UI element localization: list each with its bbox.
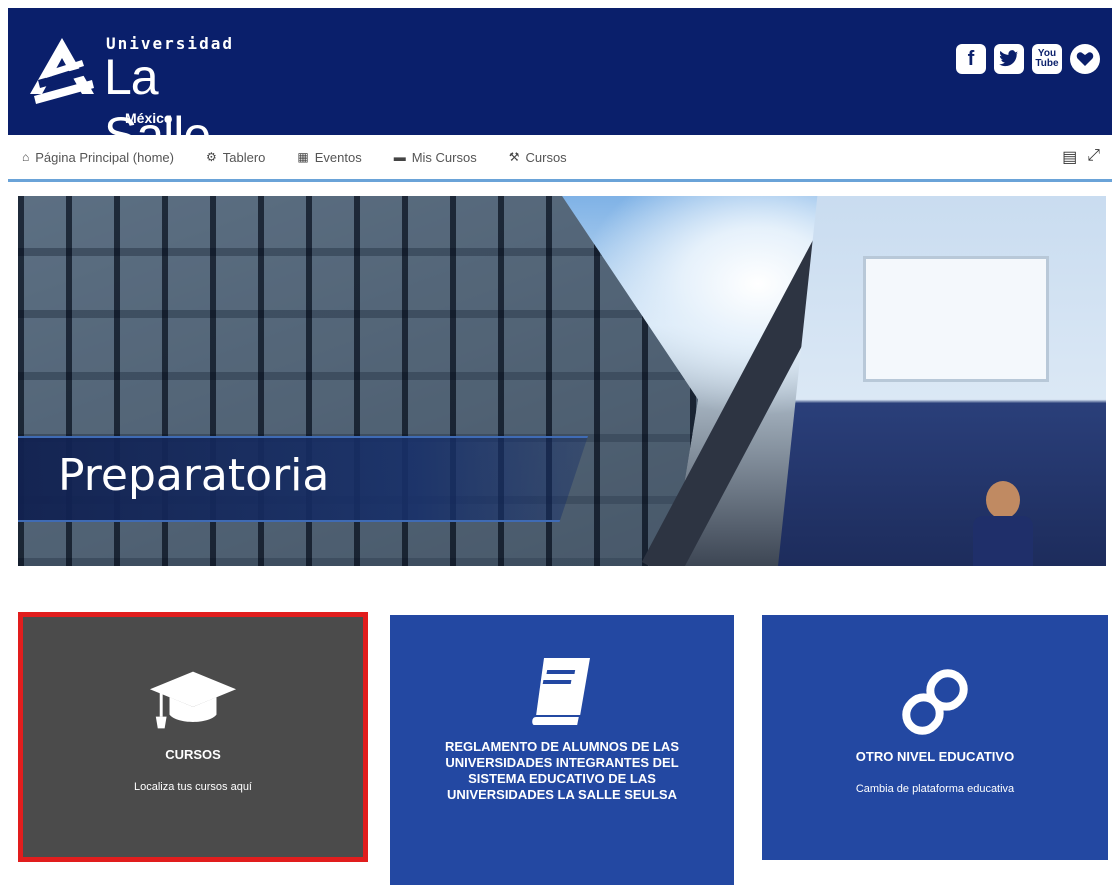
card-title: OTRO NIVEL EDUCATIVO — [855, 749, 1015, 764]
social-links: f You Tube — [956, 44, 1100, 74]
wrench-icon: ⚒ — [508, 150, 520, 164]
card-courses[interactable]: CURSOS Localiza tus cursos aquí — [18, 612, 368, 862]
banner-whiteboard — [863, 256, 1049, 382]
nav-item-courses[interactable]: ⚒ Cursos — [509, 150, 567, 165]
expand-icon[interactable]: ⤢ — [1087, 147, 1100, 167]
youtube-icon[interactable]: You Tube — [1032, 44, 1062, 74]
nav-tools: ▤ ⤢ — [1062, 147, 1100, 167]
nav-item-label: Tablero — [222, 149, 266, 165]
courses-icon: ▬ — [393, 150, 406, 164]
card-subtitle: Localiza tus cursos aquí — [133, 781, 252, 793]
hero-banner: Preparatoria — [18, 196, 1106, 566]
main-navigation: ⌂ Página Principal (home) ⚙ Tablero ▦ Ev… — [8, 135, 1112, 182]
card-subtitle: Cambia de plataforma educativa — [855, 783, 1015, 795]
youtube-bottom-text: Tube — [1035, 58, 1059, 69]
logo-country-text: México — [125, 110, 173, 126]
banner-title: Preparatoria — [58, 450, 330, 501]
heart-icon[interactable] — [1070, 44, 1100, 74]
nav-item-home[interactable]: ⌂ Página Principal (home) — [22, 150, 174, 165]
book-icon — [517, 653, 607, 731]
banner-teacher-head — [986, 481, 1020, 519]
dashboard-icon: ⚙ — [205, 150, 217, 164]
link-icon — [890, 667, 980, 737]
nav-item-label: Eventos — [314, 149, 362, 165]
site-header: Universidad La Salle. México f You Tube — [8, 8, 1112, 163]
card-other-level[interactable]: OTRO NIVEL EDUCATIVO Cambia de plataform… — [762, 615, 1108, 860]
nav-item-my-courses[interactable]: ▬ Mis Cursos — [394, 150, 477, 165]
nav-item-label: Mis Cursos — [411, 149, 477, 165]
card-regulations[interactable]: REGLAMENTO DE ALUMNOS DE LAS UNIVERSIDAD… — [390, 615, 734, 885]
nav-item-events[interactable]: ▦ Eventos — [297, 150, 361, 165]
nav-item-label: Página Principal (home) — [35, 149, 174, 165]
banner-teacher-body — [973, 516, 1033, 566]
sidebar-toggle-icon[interactable]: ▤ — [1062, 147, 1077, 167]
nav-item-dashboard[interactable]: ⚙ Tablero — [206, 150, 265, 165]
la-salle-logo[interactable]: Universidad La Salle. México — [30, 30, 270, 163]
la-salle-mark-icon — [30, 38, 94, 104]
graduation-cap-icon — [148, 665, 238, 735]
banner-label: Preparatoria — [18, 436, 588, 522]
card-title: CURSOS — [165, 747, 221, 762]
facebook-icon[interactable]: f — [956, 44, 986, 74]
home-icon: ⌂ — [22, 150, 30, 164]
nav-item-label: Cursos — [525, 149, 567, 165]
twitter-icon[interactable] — [994, 44, 1024, 74]
card-title: REGLAMENTO DE ALUMNOS DE LAS UNIVERSIDAD… — [444, 739, 679, 802]
calendar-icon: ▦ — [297, 150, 309, 164]
